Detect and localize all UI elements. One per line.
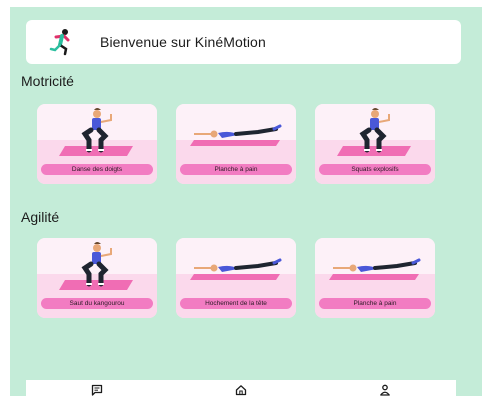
squat-figure-icon [337, 108, 411, 156]
message-icon[interactable] [91, 384, 103, 396]
exercise-label: Hochement de la tête [180, 298, 292, 309]
app-screen: Bienvenue sur KinéMotion Motricité Danse… [10, 7, 482, 396]
page-title: Bienvenue sur KinéMotion [100, 34, 266, 50]
exercise-card[interactable]: Squats explosifs [315, 104, 435, 184]
exercise-card[interactable]: Hochement de la tête [176, 238, 296, 318]
exercise-card[interactable]: Planche à pain [176, 104, 296, 184]
plank-figure-icon [190, 124, 282, 146]
exercise-label: Planche à pain [180, 164, 292, 175]
exercise-label: Squats explosifs [319, 164, 431, 175]
squat-figure-icon [59, 242, 133, 290]
exercise-label: Danse des doigts [41, 164, 153, 175]
plank-figure-icon [190, 258, 282, 280]
exercise-label: Planche à pain [319, 298, 431, 309]
exercise-card[interactable]: Planche à pain [315, 238, 435, 318]
squat-figure-icon [59, 108, 133, 156]
exercise-card[interactable]: Danse des doigts [37, 104, 157, 184]
plank-figure-icon [329, 258, 421, 280]
exercise-label: Saut du kangourou [41, 298, 153, 309]
exercise-card[interactable]: Saut du kangourou [37, 238, 157, 318]
section-title-motricite: Motricité [21, 73, 74, 89]
bottom-navigation [26, 380, 456, 396]
section-title-agilite: Agilité [21, 209, 60, 225]
home-icon[interactable] [235, 384, 247, 396]
profile-icon[interactable] [379, 384, 391, 396]
runner-logo-icon [49, 29, 70, 56]
welcome-header: Bienvenue sur KinéMotion [26, 20, 461, 64]
